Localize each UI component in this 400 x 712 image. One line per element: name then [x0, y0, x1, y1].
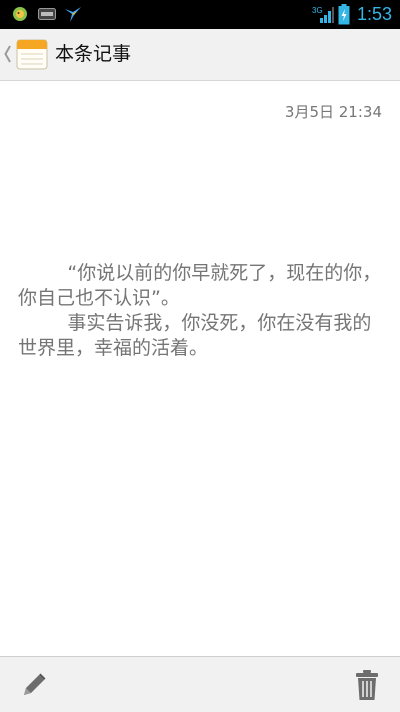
note-date: 3月5日 21:34	[284, 103, 382, 121]
network-label: 3G	[312, 6, 323, 15]
page-title: 本条记事	[55, 43, 132, 65]
bird-icon	[65, 7, 81, 22]
notepad-icon[interactable]	[16, 38, 48, 70]
status-bar: 3G 1:53	[0, 0, 400, 29]
note-paragraph: 事实告诉我，你没死，你在没有我的世界里，幸福的活着。	[18, 312, 372, 359]
status-time: 1:53	[356, 4, 392, 24]
signal-icon: 3G	[312, 6, 334, 23]
action-bar: 本条记事	[0, 29, 400, 81]
chevron-left-icon[interactable]	[4, 44, 12, 64]
bottom-bar	[0, 656, 400, 712]
sta-icon	[38, 8, 56, 20]
battery-icon	[338, 4, 350, 25]
note-paragraph: “你说以前的你早就死了，现在的你，你自己也不认识”。	[18, 262, 382, 309]
android-icon	[13, 7, 27, 21]
trash-icon[interactable]	[354, 669, 380, 701]
pencil-icon[interactable]	[18, 671, 48, 701]
note-body[interactable]: “你说以前的你早就死了，现在的你，你自己也不认识”。 事实告诉我，你没死，你在没…	[18, 261, 383, 361]
